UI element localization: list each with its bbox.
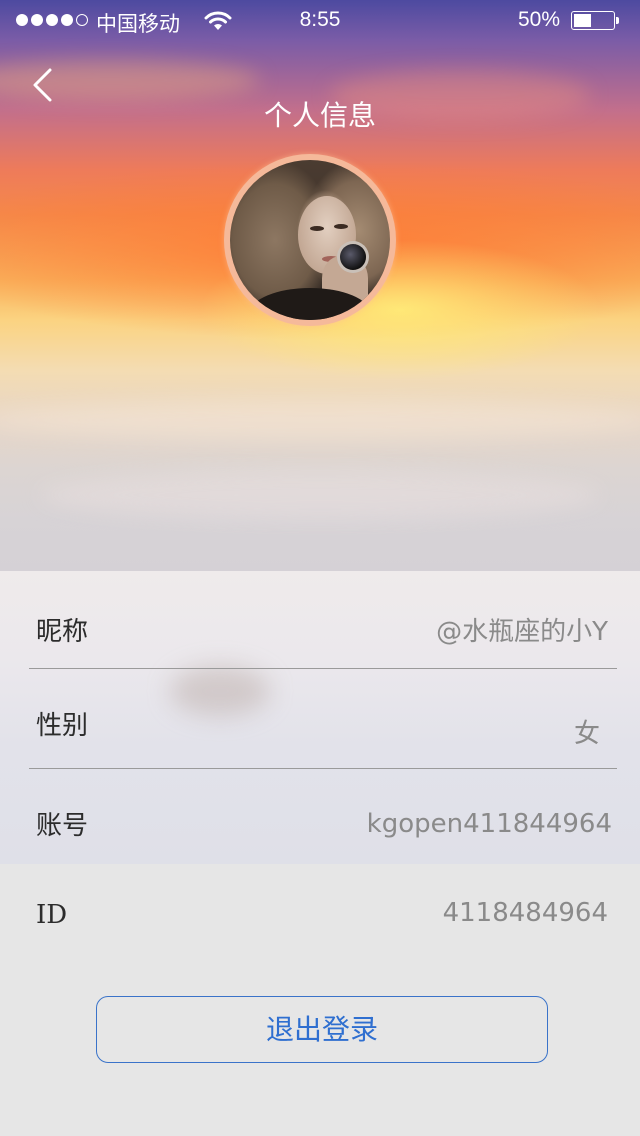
list-item-gender[interactable]: 性别 女 [0,677,640,773]
status-bar: 中国移动 8:55 50% [0,0,640,40]
gender-value: 女 [573,719,600,749]
battery-percentage: 50% [517,8,560,31]
profile-info-list: 昵称 @水瓶座的小Y 性别 女 账号 kgopen411844964 [0,571,640,864]
divider [29,668,617,669]
nickname-value: @水瓶座的小Y [436,617,608,647]
battery-level-fill [574,14,591,27]
page-title: 个人信息 [263,99,376,132]
divider [29,768,617,769]
id-label: ID [36,900,68,930]
avatar-image [230,160,390,320]
logout-button[interactable]: 退出登录 [96,996,548,1063]
list-item-account[interactable]: 账号 kgopen411844964 [0,777,640,864]
battery-icon [571,11,619,30]
gender-label: 性别 [36,711,89,741]
account-value: kgopen411844964 [366,809,612,839]
id-value: 4118484964 [442,898,608,928]
list-item-nickname[interactable]: 昵称 @水瓶座的小Y [0,581,640,677]
nickname-label: 昵称 [36,617,89,647]
account-label: 账号 [36,811,89,841]
avatar[interactable] [224,154,396,326]
list-item-id[interactable]: ID 4118484964 [0,864,640,964]
